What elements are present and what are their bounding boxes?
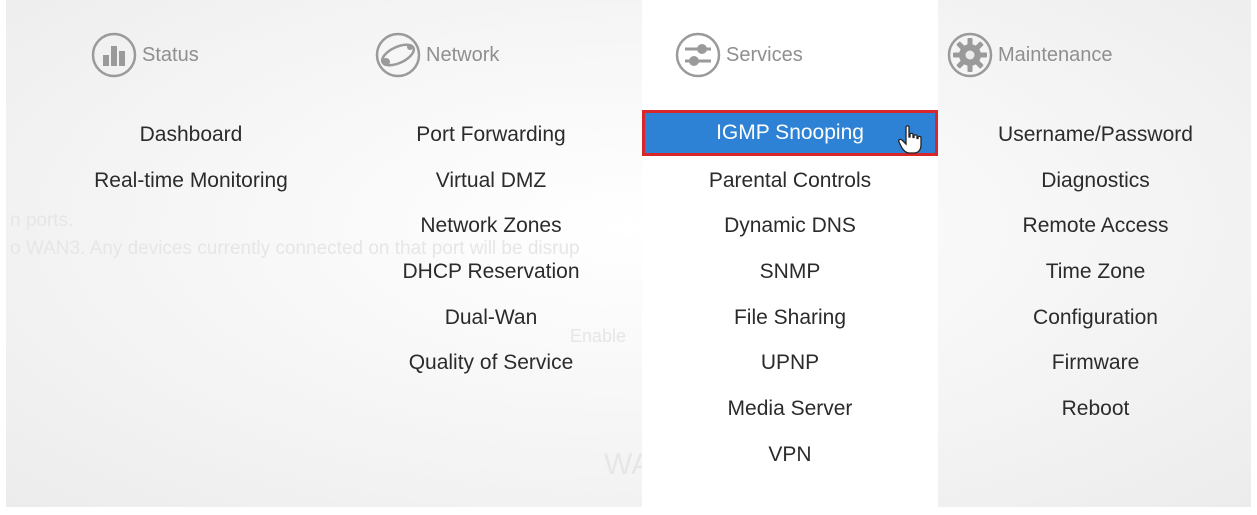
menu-item-media-server[interactable]: Media Server	[642, 386, 938, 432]
menu-item-file-sharing[interactable]: File Sharing	[642, 295, 938, 341]
network-header[interactable]: Network	[374, 31, 499, 79]
menu-item-real-time-monitoring[interactable]: Real-time Monitoring	[46, 158, 336, 204]
network-title: Network	[426, 43, 500, 66]
maintenance-title: Maintenance	[998, 43, 1113, 66]
maintenance-header[interactable]: Maintenance	[946, 31, 1113, 79]
menu-item-firmware[interactable]: Firmware	[940, 340, 1251, 386]
menu-item-diagnostics[interactable]: Diagnostics	[940, 158, 1251, 204]
status-column: Status Dashboard Real-time Monitoring	[46, 0, 336, 507]
sliders-icon	[674, 31, 722, 79]
maintenance-menu: Username/Password Diagnostics Remote Acc…	[940, 112, 1251, 432]
menu-item-igmp-snooping[interactable]: IGMP Snooping	[642, 110, 938, 156]
menu-item-network-zones[interactable]: Network Zones	[342, 203, 640, 249]
maintenance-column: Maintenance Username/Password Diagnostic…	[940, 0, 1251, 507]
gear-icon	[946, 31, 994, 79]
menu-item-upnp[interactable]: UPNP	[642, 340, 938, 386]
menu-item-remote-access[interactable]: Remote Access	[940, 203, 1251, 249]
menu-item-configuration[interactable]: Configuration	[940, 295, 1251, 341]
menu-item-reboot[interactable]: Reboot	[940, 386, 1251, 432]
menu-item-port-forwarding[interactable]: Port Forwarding	[342, 112, 640, 158]
router-menu-screen: n ports. o WAN3. Any devices currently c…	[0, 0, 1257, 515]
status-header[interactable]: Status	[90, 31, 199, 79]
status-menu: Dashboard Real-time Monitoring	[46, 112, 336, 203]
services-menu: Parental Controls Dynamic DNS SNMP File …	[642, 112, 938, 478]
menu-item-dashboard[interactable]: Dashboard	[46, 112, 336, 158]
hand-pointer-cursor-icon	[898, 125, 922, 155]
menu-item-quality-of-service[interactable]: Quality of Service	[342, 340, 640, 386]
menu-item-virtual-dmz[interactable]: Virtual DMZ	[342, 158, 640, 204]
network-globe-icon	[374, 31, 422, 79]
menu-item-dual-wan[interactable]: Dual-Wan	[342, 295, 640, 341]
menu-item-vpn[interactable]: VPN	[642, 432, 938, 478]
menu-item-parental-controls[interactable]: Parental Controls	[642, 158, 938, 204]
menu-item-time-zone[interactable]: Time Zone	[940, 249, 1251, 295]
status-title: Status	[142, 43, 199, 66]
menu-item-dynamic-dns[interactable]: Dynamic DNS	[642, 203, 938, 249]
network-column: Network Port Forwarding Virtual DMZ Netw…	[342, 0, 640, 507]
services-title: Services	[726, 43, 803, 66]
services-column: Services Parental Controls Dynamic DNS S…	[642, 0, 938, 507]
menu-item-username-password[interactable]: Username/Password	[940, 112, 1251, 158]
bar-chart-icon	[90, 31, 138, 79]
network-menu: Port Forwarding Virtual DMZ Network Zone…	[342, 112, 640, 386]
menu-item-snmp[interactable]: SNMP	[642, 249, 938, 295]
menu-item-dhcp-reservation[interactable]: DHCP Reservation	[342, 249, 640, 295]
services-header[interactable]: Services	[674, 31, 803, 79]
